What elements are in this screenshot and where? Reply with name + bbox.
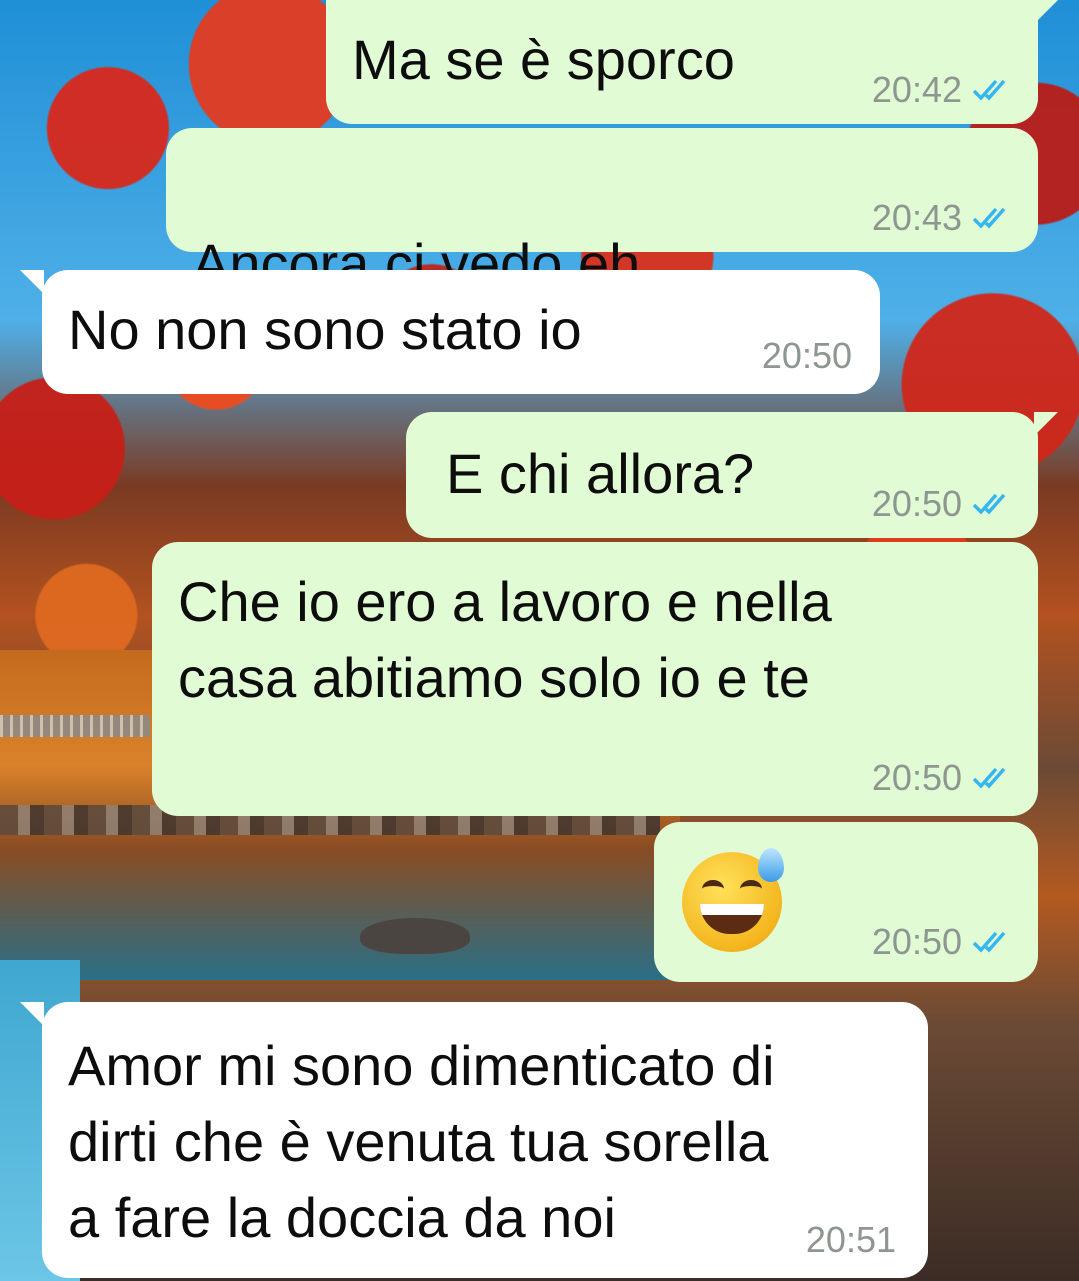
message-text: No non sono stato io [68, 298, 582, 361]
message-text: E chi allora? [446, 442, 755, 505]
message-bubble-outgoing[interactable]: Ancora ci vedo eh 20:43 [166, 128, 1038, 366]
message-time: 20:51 [805, 1219, 896, 1260]
message-bubble-incoming[interactable]: No non sono stato io 20:50 [42, 270, 880, 394]
message-meta: 20:43 [872, 198, 1016, 238]
double-check-icon [972, 205, 1016, 231]
rock [360, 918, 470, 954]
message-meta: 20:50 [872, 922, 1016, 962]
bubble-tail [20, 1002, 44, 1026]
message-text: Amor mi sono dimenticato di dirti che è … [68, 1034, 775, 1249]
message-bubble-outgoing[interactable]: E chi allora? 20:50 [406, 412, 1038, 538]
message-time: 20:43 [871, 197, 962, 238]
message-meta: 20:50 [872, 484, 1016, 524]
message-time: 20:50 [871, 757, 962, 798]
message-text: Che io ero a lavoro e nella casa abitiam… [178, 570, 832, 709]
message-bubble-incoming[interactable]: Amor mi sono dimenticato di dirti che è … [42, 1002, 928, 1278]
message-bubble-outgoing[interactable]: 20:50 [654, 822, 1038, 982]
message-meta: 20:50 [872, 758, 1016, 798]
bubble-tail [1034, 0, 1058, 24]
double-check-icon [972, 77, 1016, 103]
message-bubble-outgoing[interactable]: Che io ero a lavoro e nella casa abitiam… [152, 542, 1038, 816]
double-check-icon [972, 765, 1016, 791]
message-time: 20:50 [761, 335, 852, 376]
grinning-sweat-emoji [682, 848, 784, 952]
message-meta: 20:42 [872, 70, 1016, 110]
bridge [0, 715, 150, 737]
double-check-icon [972, 929, 1016, 955]
message-bubble-outgoing[interactable]: Ma se è sporco 20:42 [326, 0, 1038, 124]
message-time: 20:50 [871, 483, 962, 524]
bubble-tail [20, 270, 44, 294]
message-text: Ma se è sporco [352, 28, 735, 91]
message-meta: 20:51 [806, 1220, 896, 1260]
bubble-tail [1034, 412, 1058, 436]
double-check-icon [972, 491, 1016, 517]
message-meta: 20:50 [762, 336, 852, 376]
message-time: 20:50 [871, 921, 962, 962]
message-time: 20:42 [871, 69, 962, 110]
